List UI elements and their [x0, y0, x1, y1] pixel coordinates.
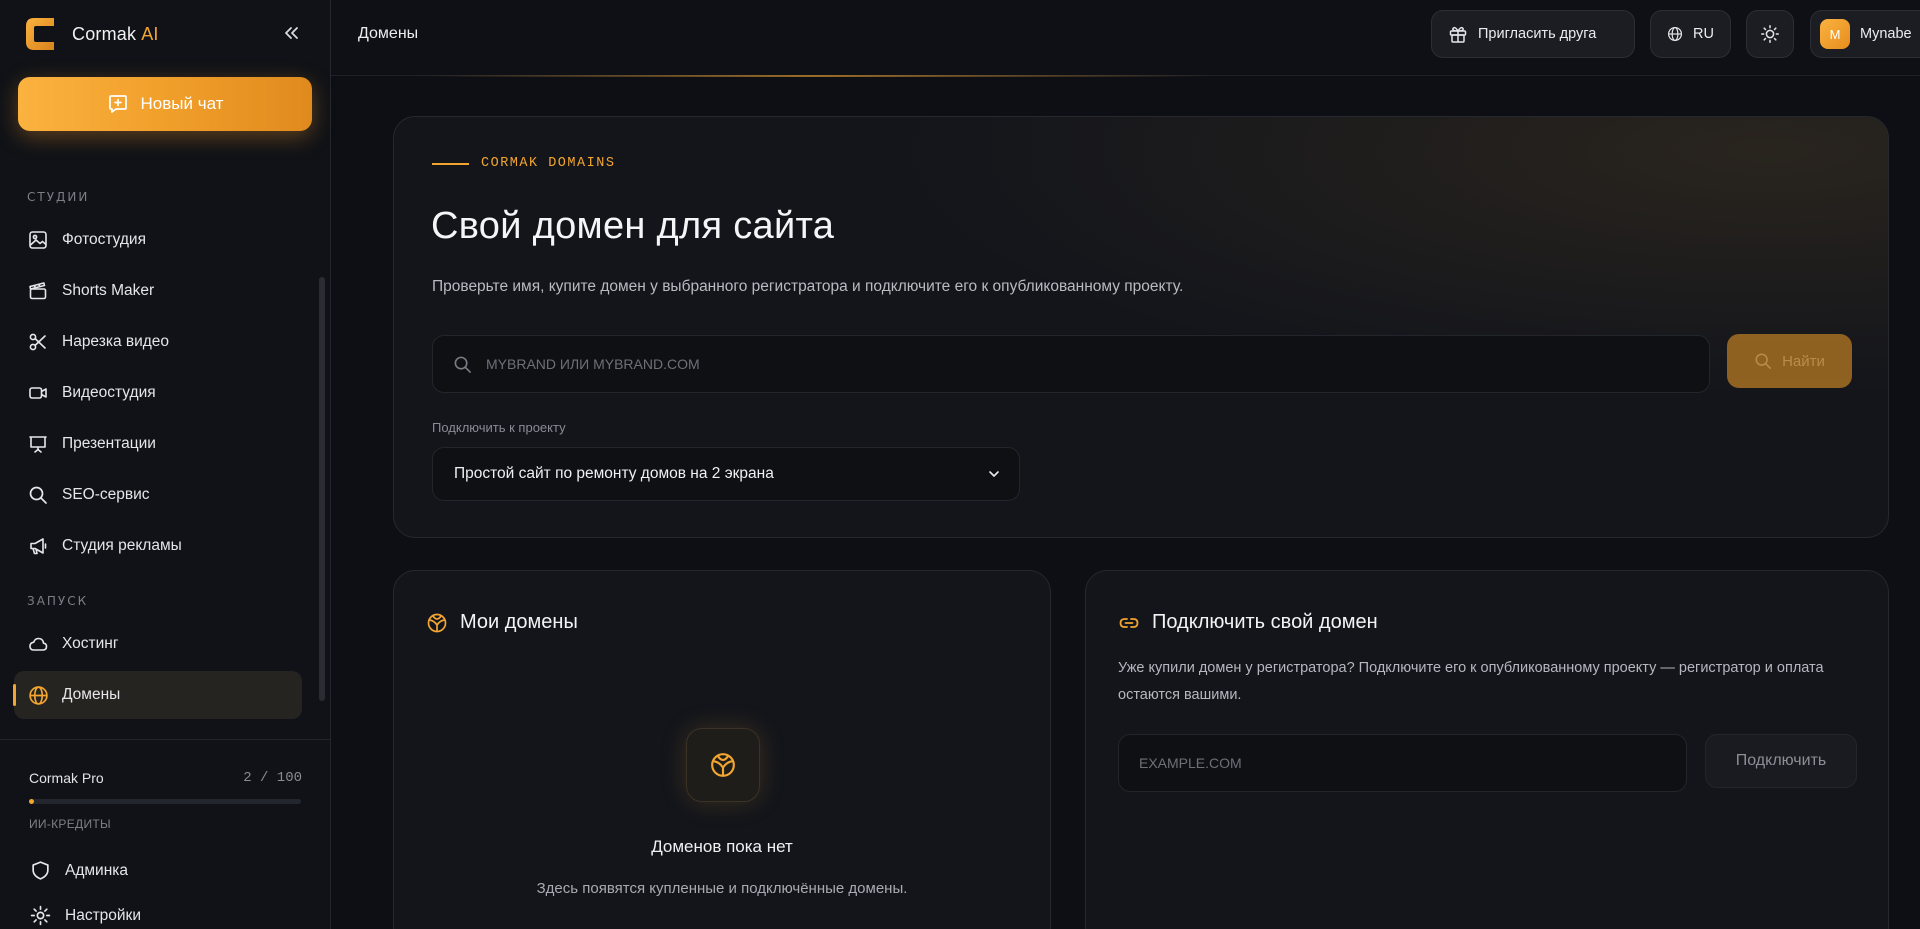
sun-icon	[1761, 25, 1779, 43]
connect-domain-title-text: Подключить свой домен	[1152, 611, 1378, 633]
eyebrow: CORMAK DOMAINS	[432, 156, 615, 171]
admin-link[interactable]: Админка	[30, 860, 128, 881]
globe-icon	[1668, 26, 1683, 42]
video-camera-icon	[27, 382, 49, 404]
my-domains-title-text: Мои домены	[460, 611, 578, 633]
globe-badge-icon	[427, 613, 447, 632]
user-menu-button[interactable]: M Mynabe	[1810, 10, 1920, 58]
find-domain-button[interactable]: Найти	[1727, 334, 1852, 388]
sidebar-item-shorts-maker[interactable]: Shorts Maker	[14, 267, 302, 315]
sidebar-nav[interactable]: Студии Фотостудия Shorts Maker Нарезка в…	[0, 160, 331, 737]
new-message-icon	[108, 95, 127, 113]
sidebar-item-label: Домены	[62, 686, 121, 703]
connect-domain-title: Подключить свой домен	[1118, 611, 1378, 634]
empty-state-icon	[686, 728, 760, 802]
gear-icon	[30, 905, 51, 926]
search-icon	[27, 484, 49, 506]
connect-domain-description: Уже купили домен у регистратора? Подключ…	[1118, 660, 1824, 703]
sidebar-item-video-cutting[interactable]: Нарезка видео	[14, 318, 302, 366]
scissors-icon	[27, 331, 49, 353]
sidebar-item-label: Нарезка видео	[62, 333, 170, 350]
find-label: Найти	[1782, 352, 1825, 370]
invite-friend-button[interactable]: Пригласить друга	[1431, 10, 1635, 58]
sidebar-item-label: SEO-сервис	[62, 486, 150, 503]
sidebar-item-label: Хостинг	[62, 635, 119, 652]
globe-badge-icon	[711, 753, 735, 777]
chevron-down-icon	[989, 471, 999, 477]
brand-name: Cormak AI	[72, 23, 159, 44]
avatar: M	[1820, 19, 1850, 49]
domain-search-input[interactable]	[486, 336, 1709, 392]
page-title: Домены	[358, 25, 419, 42]
shield-icon	[32, 861, 49, 880]
new-chat-label: Новый чат	[140, 94, 224, 113]
settings-link[interactable]: Настройки	[30, 905, 141, 926]
sidebar-item-videostudio[interactable]: Видеостудия	[14, 369, 302, 417]
cloud-icon	[27, 633, 49, 655]
sidebar-item-label: Shorts Maker	[62, 282, 155, 299]
sidebar-item-presentations[interactable]: Презентации	[14, 420, 302, 468]
project-selected-value: Простой сайт по ремонту домов на 2 экран…	[454, 465, 774, 482]
project-select-label: Подключить к проекту	[432, 420, 566, 435]
empty-state-text: Здесь появятся купленные и подключённые …	[536, 880, 908, 897]
clapperboard-icon	[27, 280, 49, 302]
globe-icon	[27, 684, 49, 706]
sidebar-item-label: Фотостудия	[62, 231, 146, 248]
connect-domain-input[interactable]	[1118, 734, 1687, 792]
new-chat-button[interactable]: Новый чат	[18, 77, 312, 131]
sidebar-item-label: Видеостудия	[62, 384, 156, 401]
project-select[interactable]: Простой сайт по ремонту домов на 2 экран…	[432, 447, 1020, 501]
domain-search-field[interactable]	[432, 335, 1710, 393]
sidebar-footer: Cormak Pro 2 / 100 ИИ-кредиты Админка На…	[0, 739, 331, 929]
admin-label: Админка	[65, 861, 128, 879]
credits-label: ИИ-кредиты	[29, 817, 111, 831]
sidebar-item-hosting[interactable]: Хостинг	[14, 620, 302, 668]
megaphone-icon	[27, 535, 49, 557]
sidebar-item-ad-studio[interactable]: Студия рекламы	[14, 522, 302, 570]
settings-label: Настройки	[65, 906, 142, 924]
invite-label: Пригласить друга	[1478, 26, 1597, 42]
eyebrow-line	[432, 162, 469, 165]
image-icon	[27, 229, 49, 251]
presentation-icon	[27, 433, 49, 455]
gift-icon	[1449, 26, 1467, 43]
my-domains-title: Мои домены	[426, 611, 578, 634]
search-icon	[454, 356, 471, 373]
link-icon	[1119, 617, 1139, 628]
section-title-launch: Запуск	[27, 594, 89, 608]
language-switcher[interactable]: RU	[1650, 10, 1731, 58]
sidebar-scrollbar[interactable]	[319, 277, 325, 701]
sidebar: Cormak AI Новый чат Студии Фотостудия Sho…	[0, 0, 331, 929]
connect-domain-card: Подключить свой домен Уже купили домен у…	[1085, 570, 1889, 929]
sidebar-item-seo[interactable]: SEO-сервис	[14, 471, 302, 519]
plan-name: Cormak Pro	[29, 770, 104, 786]
collapse-sidebar-button[interactable]	[278, 20, 304, 46]
user-name: Mynabe	[1860, 26, 1912, 42]
search-icon	[1755, 353, 1772, 369]
plan-credit-count: 2 / 100	[243, 770, 302, 786]
section-title-studios: Студии	[27, 190, 90, 204]
language-label: RU	[1693, 26, 1714, 42]
brand[interactable]: Cormak AI	[22, 14, 159, 54]
domain-search-panel: CORMAK DOMAINS Свой домен для сайта Пров…	[393, 116, 1889, 538]
topbar: Домены Пригласить друга RU M Mynabe	[331, 0, 1920, 76]
theme-toggle-button[interactable]	[1746, 10, 1794, 58]
connect-domain-button[interactable]: Подключить	[1705, 734, 1857, 788]
credits-progress-fill	[29, 799, 35, 804]
cormak-logo-icon	[26, 18, 54, 50]
eyebrow-text: CORMAK DOMAINS	[481, 156, 616, 171]
empty-state-title: Доменов пока нет	[651, 837, 793, 856]
credits-progress-bar	[29, 799, 301, 804]
hero-title: Свой домен для сайта	[431, 205, 835, 247]
chevrons-left-icon	[285, 27, 298, 39]
hero-subtitle: Проверьте имя, купите домен у выбранного…	[432, 278, 1184, 295]
sidebar-item-label: Презентации	[62, 435, 156, 452]
topbar-accent-line	[420, 75, 1210, 77]
sidebar-item-domains[interactable]: Домены	[13, 671, 302, 719]
my-domains-card: Мои домены Доменов пока нет Здесь появят…	[393, 570, 1051, 929]
sidebar-item-photostudio[interactable]: Фотостудия	[14, 216, 302, 264]
sidebar-item-label: Студия рекламы	[62, 537, 182, 554]
